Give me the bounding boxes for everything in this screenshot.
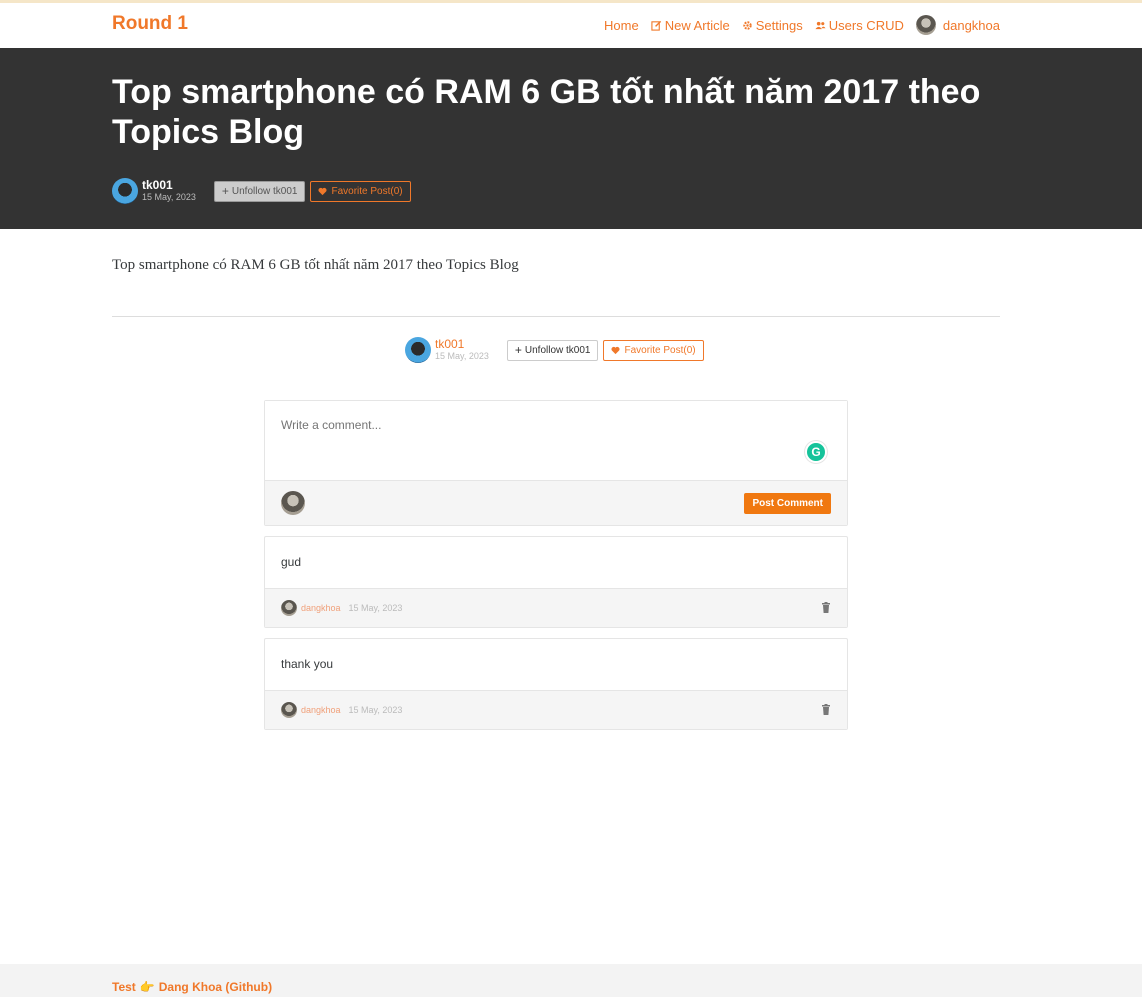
comment-text: gud [265,537,847,589]
article-banner: Top smartphone có RAM 6 GB tốt nhất năm … [0,48,1142,229]
article-meta-bottom: tk001 15 May, 2023 + Unfollow tk001 Favo… [405,337,704,363]
comment-text: thank you [265,639,847,691]
comment-footer: dangkhoa 15 May, 2023 [265,691,847,729]
gear-icon [743,20,752,30]
trash-icon[interactable] [821,602,831,613]
author-info: tk001 15 May, 2023 [142,179,196,203]
author-info: tk001 15 May, 2023 [435,338,489,362]
nav-users-crud-label: Users CRUD [828,17,904,33]
favorite-label: Favorite Post(0) [624,344,696,356]
favorite-label: Favorite Post(0) [331,185,403,197]
unfollow-button[interactable]: + Unfollow tk001 [213,180,306,202]
comment-date: 15 May, 2023 [348,705,403,715]
article-title: Top smartphone có RAM 6 GB tốt nhất năm … [112,73,981,151]
brand-logo[interactable]: Round 1 [112,13,188,35]
nav-settings-link[interactable]: Settings [742,18,803,33]
comment-author[interactable]: dangkhoa [301,705,341,715]
pointing-hand-icon: 👉 [139,980,155,994]
trash-icon[interactable] [821,704,831,715]
comment-author-avatar[interactable] [281,702,297,718]
nav-links: Home New Article Settings Users CRUD dan… [604,15,1000,35]
comment-card: gud dangkhoa 15 May, 2023 [264,536,848,628]
heart-icon [611,346,621,354]
comment-form-footer: Post Comment [265,481,847,525]
users-icon [815,21,826,29]
content-divider [112,316,1000,317]
nav-home-label: Home [604,17,639,33]
comment-date: 15 May, 2023 [348,603,403,613]
plus-icon: + [221,184,229,198]
nav-profile-link[interactable]: dangkhoa [915,15,1000,35]
nav-home-link[interactable]: Home [604,18,639,33]
footer-content: Test 👉 Dang Khoa (Github) [112,980,272,994]
comment-form: G Post Comment [264,400,848,526]
article-meta: tk001 15 May, 2023 + Unfollow tk001 Favo… [112,178,411,204]
footer-text: Test [112,980,136,994]
article-date: 15 May, 2023 [142,192,196,202]
comment-card: thank you dangkhoa 15 May, 2023 [264,638,848,730]
author-avatar[interactable] [112,178,138,204]
unfollow-button[interactable]: + Unfollow tk001 [506,339,599,361]
author-name[interactable]: tk001 [435,338,489,351]
current-user-avatar [281,491,305,515]
heart-icon [318,187,328,195]
edit-icon [651,20,661,31]
nav-profile-label: dangkhoa [942,17,1000,33]
post-comment-button[interactable]: Post Comment [744,492,831,514]
comment-footer: dangkhoa 15 May, 2023 [265,589,847,627]
author-name[interactable]: tk001 [142,179,196,192]
grammarly-icon[interactable]: G [805,441,827,463]
author-avatar[interactable] [405,337,431,363]
nav-users-crud-link[interactable]: Users CRUD [815,18,904,33]
comment-author[interactable]: dangkhoa [301,603,341,613]
plus-icon: + [514,343,522,357]
github-link[interactable]: Dang Khoa (Github) [159,980,272,994]
comment-input[interactable] [265,401,847,481]
unfollow-label: Unfollow tk001 [231,185,298,197]
user-avatar [915,15,936,35]
unfollow-label: Unfollow tk001 [524,344,591,356]
page-footer: Test 👉 Dang Khoa (Github) [0,964,1142,997]
nav-settings-label: Settings [755,17,803,33]
article-date: 15 May, 2023 [435,351,489,361]
nav-new-article-link[interactable]: New Article [651,18,730,33]
article-body: Top smartphone có RAM 6 GB tốt nhất năm … [112,257,519,273]
comment-author-avatar[interactable] [281,600,297,616]
navbar: Round 1 Home New Article Settings Users … [0,3,1142,48]
favorite-post-button[interactable]: Favorite Post(0) [310,180,411,202]
nav-new-article-label: New Article [664,17,730,33]
favorite-post-button[interactable]: Favorite Post(0) [603,339,704,361]
